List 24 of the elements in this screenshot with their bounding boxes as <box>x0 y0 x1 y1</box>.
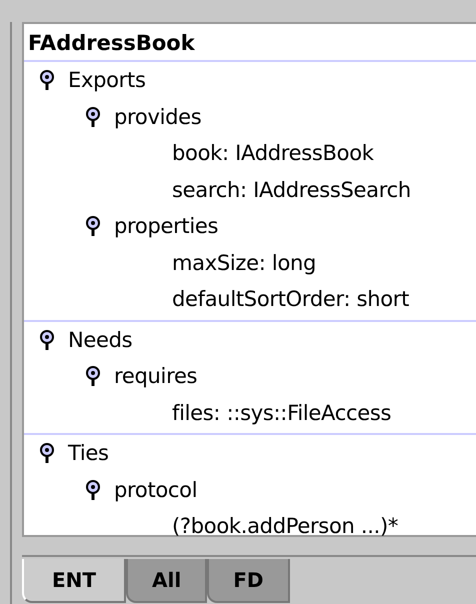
tree-item-label: defaultSortOrder: short <box>172 287 410 312</box>
tree-item-label: (?book.addPerson ...)* <box>172 514 398 538</box>
tab[interactable]: FD <box>207 559 290 603</box>
tree-node-label[interactable]: requires <box>114 364 198 388</box>
tree-item-label: maxSize: long <box>172 250 316 275</box>
tree-node-label[interactable]: provides <box>114 104 202 129</box>
tree-node-label[interactable]: Needs <box>68 328 132 352</box>
pin-icon <box>86 216 100 236</box>
pin-icon <box>86 366 100 386</box>
component-title: FAddressBook <box>24 24 476 62</box>
tree-item-label: search: IAddressSearch <box>172 178 411 202</box>
tab[interactable]: ENT <box>22 559 126 603</box>
tab[interactable]: All <box>126 559 208 603</box>
tree-node-label[interactable]: Ties <box>68 441 109 466</box>
pin-icon <box>40 330 54 350</box>
tree-item-label: book: IAddressBook <box>172 141 374 166</box>
pin-icon <box>86 106 100 127</box>
tree-node-label[interactable]: protocol <box>114 478 198 502</box>
pin-icon <box>40 70 54 90</box>
tree-node-label[interactable]: properties <box>114 214 218 238</box>
tree-item-label: files: ::sys::FileAccess <box>172 400 392 425</box>
pin-icon <box>40 443 54 464</box>
pin-icon <box>86 480 100 500</box>
tree-node-label[interactable]: Exports <box>68 68 146 92</box>
